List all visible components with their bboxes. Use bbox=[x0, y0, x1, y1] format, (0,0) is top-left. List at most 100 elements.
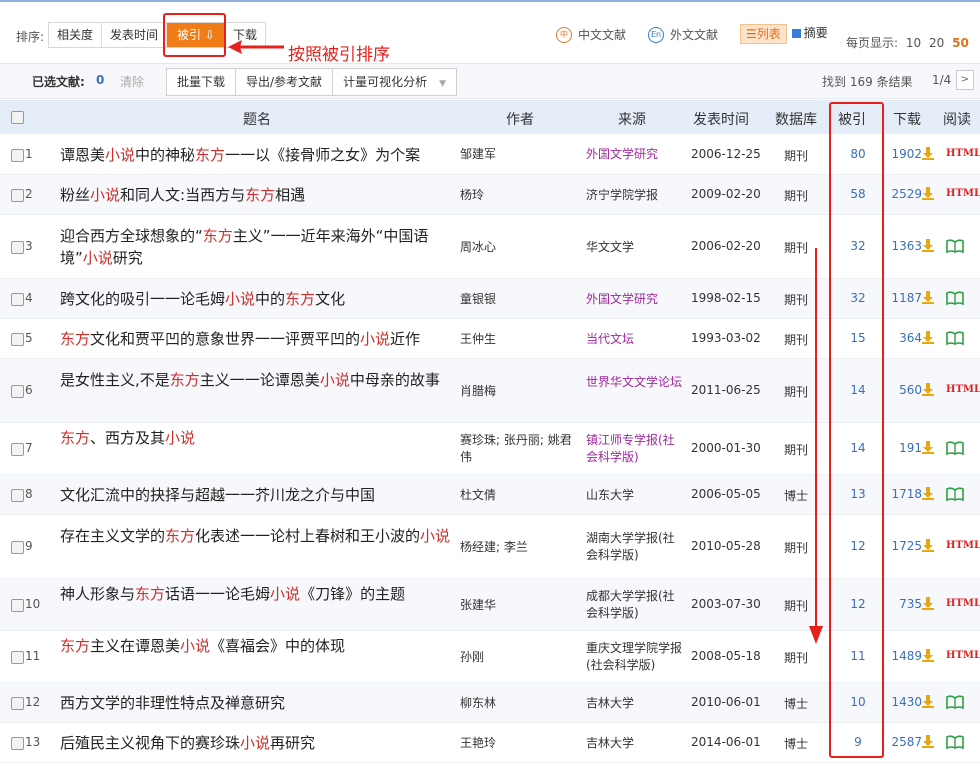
next-page-button[interactable]: > bbox=[956, 70, 974, 90]
author-link[interactable]: 赛珍珠; 张丹丽; 姚君伟 bbox=[460, 432, 572, 466]
row-checkbox[interactable] bbox=[11, 241, 24, 254]
clear-button[interactable]: 清除 bbox=[120, 73, 144, 90]
export-reference-button[interactable]: 导出/参考文献 bbox=[236, 69, 334, 95]
source-link[interactable]: 当代文坛 bbox=[586, 331, 682, 348]
book-read-icon[interactable] bbox=[946, 487, 964, 504]
article-title-link[interactable]: 谭恩美小说中的神秘东方一一以《接骨师之女》为个案 bbox=[60, 144, 452, 166]
author-link[interactable]: 柳东林 bbox=[460, 695, 572, 712]
article-title-link[interactable]: 西方文学的非理性特点及禅意研究 bbox=[60, 692, 452, 714]
article-title-link[interactable]: 东方文化和贾平凹的意象世界一一评贾平凹的小说近作 bbox=[60, 328, 452, 350]
row-checkbox[interactable] bbox=[11, 385, 24, 398]
article-title-link[interactable]: 东方主义在谭恩美小说《喜福会》中的体现 bbox=[60, 635, 452, 657]
download-icon[interactable] bbox=[922, 187, 934, 200]
download-icon[interactable] bbox=[922, 649, 934, 662]
per-page-10[interactable]: 10 bbox=[906, 36, 921, 50]
html-read-icon[interactable]: HTML bbox=[946, 540, 980, 551]
author-link[interactable]: 童银银 bbox=[460, 291, 572, 308]
select-all-checkbox[interactable] bbox=[11, 111, 24, 124]
article-title-link[interactable]: 后殖民主义视角下的赛珍珠小说再研究 bbox=[60, 732, 452, 754]
article-title-link[interactable]: 存在主义文学的东方化表述一一论村上春树和王小波的小说 bbox=[60, 525, 452, 547]
book-read-icon[interactable] bbox=[946, 441, 964, 458]
source-link[interactable]: 湖南大学学报(社会科学版) bbox=[586, 530, 682, 564]
article-title-link[interactable]: 粉丝小说和同人文:当西方与东方相遇 bbox=[60, 184, 452, 206]
chinese-literature-tab[interactable]: 中 中文文献 bbox=[556, 26, 626, 43]
list-view-button[interactable]: ☰列表 bbox=[740, 24, 787, 44]
header-author: 作者 bbox=[506, 112, 534, 128]
author-link[interactable]: 邹建军 bbox=[460, 146, 572, 163]
source-link[interactable]: 重庆文理学院学报(社会科学版) bbox=[586, 640, 682, 674]
author-link[interactable]: 孙刚 bbox=[460, 649, 572, 666]
download-icon[interactable] bbox=[922, 383, 934, 396]
download-icon[interactable] bbox=[922, 331, 934, 344]
article-title-link[interactable]: 跨文化的吸引一一论毛姆小说中的东方文化 bbox=[60, 288, 452, 310]
author-link[interactable]: 王仲生 bbox=[460, 331, 572, 348]
download-icon[interactable] bbox=[922, 487, 934, 500]
source-link[interactable]: 镇江师专学报(社会科学版) bbox=[586, 432, 682, 466]
html-read-icon[interactable]: HTML bbox=[946, 650, 980, 661]
download-icon[interactable] bbox=[922, 291, 934, 304]
header-download[interactable]: 下载 bbox=[893, 109, 921, 129]
article-title-link[interactable]: 迎合西方全球想象的“东方主义”一一近年来海外“中国语境”小说研究 bbox=[60, 225, 452, 269]
book-read-icon[interactable] bbox=[946, 291, 964, 308]
row-checkbox[interactable] bbox=[11, 541, 24, 554]
author-link[interactable]: 王艳玲 bbox=[460, 735, 572, 752]
batch-download-button[interactable]: 批量下载 bbox=[167, 69, 237, 95]
article-title-link[interactable]: 神人形象与东方话语一一论毛姆小说《刀锋》的主题 bbox=[60, 583, 452, 605]
author-link[interactable]: 杜文倩 bbox=[460, 487, 572, 504]
source-link[interactable]: 吉林大学 bbox=[586, 735, 682, 752]
per-page-20[interactable]: 20 bbox=[929, 36, 944, 50]
title-keyword: 小说 bbox=[225, 290, 256, 308]
download-icon[interactable] bbox=[922, 695, 934, 708]
source-link[interactable]: 外国文学研究 bbox=[586, 146, 682, 163]
visual-analysis-button[interactable]: 计量可视化分析 ▼ bbox=[333, 69, 456, 95]
sort-relevance-button[interactable]: 相关度 bbox=[49, 23, 103, 47]
book-read-icon[interactable] bbox=[946, 695, 964, 712]
row-checkbox[interactable] bbox=[11, 737, 24, 750]
source-link[interactable]: 华文文学 bbox=[586, 239, 682, 256]
download-icon[interactable] bbox=[922, 735, 934, 748]
header-date[interactable]: 发表时间 bbox=[693, 109, 749, 129]
download-icon[interactable] bbox=[922, 441, 934, 454]
row-checkbox[interactable] bbox=[11, 599, 24, 612]
author-link[interactable]: 周冰心 bbox=[460, 239, 572, 256]
row-checkbox[interactable] bbox=[11, 189, 24, 202]
html-read-icon[interactable]: HTML bbox=[946, 148, 980, 159]
summary-view-button[interactable]: 摘要 bbox=[787, 24, 833, 44]
source-link[interactable]: 成都大学学报(社会科学版) bbox=[586, 588, 682, 622]
per-page-50[interactable]: 50 bbox=[952, 36, 969, 50]
download-icon[interactable] bbox=[922, 146, 934, 160]
download-count: 1363 bbox=[891, 239, 922, 253]
row-checkbox[interactable] bbox=[11, 333, 24, 346]
row-checkbox[interactable] bbox=[11, 148, 24, 162]
source-link[interactable]: 吉林大学 bbox=[586, 695, 682, 712]
author-link[interactable]: 张建华 bbox=[460, 597, 572, 614]
row-checkbox[interactable] bbox=[11, 489, 24, 502]
author-link[interactable]: 杨玲 bbox=[460, 187, 572, 204]
source-link[interactable]: 外国文学研究 bbox=[586, 291, 682, 308]
source-link[interactable]: 世界华文文学论坛 bbox=[586, 374, 682, 391]
row-checkbox[interactable] bbox=[11, 697, 24, 710]
source-link[interactable]: 济宁学院学报 bbox=[586, 187, 682, 204]
html-read-icon[interactable]: HTML bbox=[946, 384, 980, 395]
download-icon[interactable] bbox=[922, 597, 934, 610]
article-title-link[interactable]: 东方、西方及其小说 bbox=[60, 427, 452, 449]
sort-date-button[interactable]: 发表时间 bbox=[102, 23, 168, 47]
source-link[interactable]: 山东大学 bbox=[586, 487, 682, 504]
html-read-icon[interactable]: HTML bbox=[946, 188, 980, 199]
row-checkbox[interactable] bbox=[11, 293, 24, 306]
download-icon[interactable] bbox=[922, 539, 934, 552]
author-link[interactable]: 肖腊梅 bbox=[460, 383, 572, 400]
foreign-literature-tab[interactable]: En 外文文献 bbox=[648, 26, 718, 43]
visual-analysis-label: 计量可视化分析 bbox=[343, 75, 428, 89]
title-text: 迎合西方全球想象的“ bbox=[60, 227, 203, 245]
row-checkbox[interactable] bbox=[11, 651, 24, 664]
row-checkbox[interactable] bbox=[11, 443, 24, 456]
book-read-icon[interactable] bbox=[946, 239, 964, 256]
article-title-link[interactable]: 是女性主义,不是东方主义一一论谭恩美小说中母亲的故事 bbox=[60, 369, 452, 391]
article-title-link[interactable]: 文化汇流中的抉择与超越一一芥川龙之介与中国 bbox=[60, 484, 452, 506]
download-icon[interactable] bbox=[922, 239, 934, 252]
html-read-icon[interactable]: HTML bbox=[946, 598, 980, 609]
book-read-icon[interactable] bbox=[946, 331, 964, 348]
book-read-icon[interactable] bbox=[946, 735, 964, 752]
author-link[interactable]: 杨经建; 李兰 bbox=[460, 539, 572, 556]
